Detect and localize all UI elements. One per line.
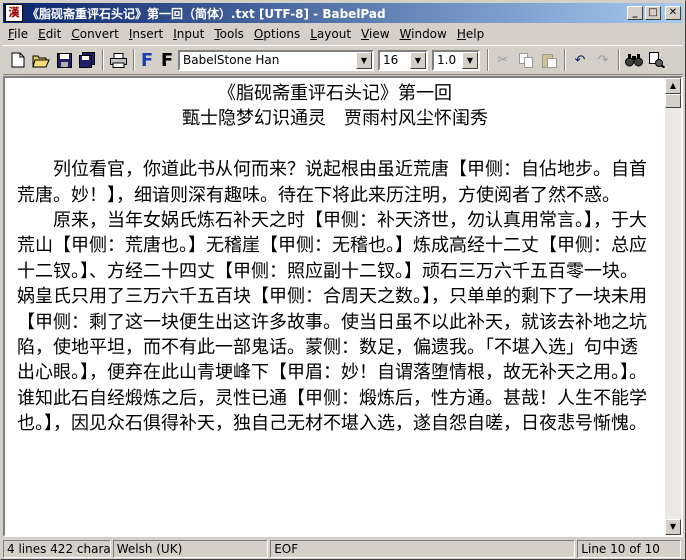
- menu-item-view[interactable]: View: [356, 27, 394, 41]
- menu-item-help[interactable]: Help: [452, 27, 489, 41]
- menu-item-input[interactable]: Input: [168, 27, 209, 41]
- chevron-down-icon[interactable]: ▼: [356, 51, 372, 69]
- menu-item-layout[interactable]: Layout: [305, 27, 356, 41]
- menu-label-rest: onvert: [79, 27, 119, 41]
- menu-accelerator: V: [361, 27, 369, 41]
- toolbar-separator: [564, 49, 566, 71]
- menu-accelerator: L: [310, 27, 317, 41]
- menu-label-rest: elp: [465, 27, 485, 41]
- menu-item-file[interactable]: File: [3, 27, 33, 41]
- menu-item-edit[interactable]: Edit: [33, 27, 66, 41]
- text-editor[interactable]: 《脂砚斋重评石头记》第一回 甄士隐梦幻识通灵 贾雨村风尘怀闺秀 列位看官，你道此…: [3, 76, 683, 537]
- replace-icon[interactable]: [646, 49, 668, 71]
- italic-f-icon[interactable]: F: [158, 49, 176, 71]
- new-document-icon[interactable]: [7, 49, 29, 71]
- babelpad-window: 漢 《脂砚斋重评石头记》第一回（简体）.txt [UTF-8] - BabelP…: [0, 0, 686, 560]
- close-button[interactable]: ✕: [665, 6, 681, 20]
- minimize-button[interactable]: _: [627, 6, 643, 20]
- chevron-down-icon[interactable]: ▼: [462, 51, 478, 69]
- menu-label-rest: ile: [14, 27, 29, 41]
- menu-item-convert[interactable]: Convert: [66, 27, 123, 41]
- menu-label-rest: dit: [45, 27, 62, 41]
- menu-label-rest: ools: [219, 27, 244, 41]
- undo-icon[interactable]: ↶: [569, 49, 591, 71]
- font-size-value: 16: [383, 53, 399, 67]
- status-position: EOF: [270, 540, 576, 558]
- font-name-value: BabelStone Han: [183, 53, 280, 67]
- app-icon[interactable]: 漢: [5, 4, 23, 22]
- menu-accelerator: C: [71, 27, 80, 41]
- font-size-select[interactable]: 16 ▼: [378, 49, 428, 71]
- toolbar-separator: [487, 49, 489, 71]
- menu-label-rest: nsert: [132, 27, 164, 41]
- document-title: 《脂砚斋重评石头记》第一回: [218, 83, 452, 104]
- scroll-thumb[interactable]: [665, 94, 681, 108]
- redo-icon[interactable]: ↷: [592, 49, 614, 71]
- menu-accelerator: W: [399, 27, 412, 41]
- status-language: Welsh (UK): [112, 540, 269, 558]
- print-icon[interactable]: [107, 49, 129, 71]
- menu-label-rest: iew: [368, 27, 390, 41]
- paragraph-1: 列位看官，你道此书从何而来？说起根由虽近荒唐【甲侧：自佔地步。自首荒唐。妙！】，…: [17, 159, 647, 206]
- menu-item-options[interactable]: Options: [249, 27, 305, 41]
- menu-accelerator: H: [456, 27, 466, 41]
- toolbar-separator: [618, 49, 620, 71]
- find-icon[interactable]: [623, 49, 645, 71]
- toolbar-separator: [133, 49, 135, 71]
- save-all-icon[interactable]: [76, 49, 98, 71]
- title-bar[interactable]: 漢 《脂砚斋重评石头记》第一回（简体）.txt [UTF-8] - BabelP…: [3, 3, 683, 23]
- toolbar-separator: [102, 49, 104, 71]
- open-folder-icon[interactable]: [30, 49, 52, 71]
- window-title: 《脂砚斋重评石头记》第一回（简体）.txt [UTF-8] - BabelPad: [27, 6, 386, 21]
- menu-label-rest: ptions: [263, 27, 301, 41]
- bold-f-icon[interactable]: F: [138, 49, 156, 71]
- chevron-down-icon[interactable]: ▼: [410, 51, 426, 69]
- document-text[interactable]: 《脂砚斋重评石头记》第一回 甄士隐梦幻识通灵 贾雨村风尘怀闺秀 列位看官，你道此…: [17, 81, 653, 531]
- menu-accelerator: E: [38, 27, 46, 41]
- scroll-up-icon[interactable]: ▲: [665, 78, 681, 94]
- paragraph-2: 原来，当年女娲氏炼石补天之时【甲侧：补天济世，勿认真用常言。】，于大荒山【甲侧：…: [17, 210, 647, 435]
- copy-icon[interactable]: [515, 49, 537, 71]
- cut-icon[interactable]: ✂: [492, 49, 514, 71]
- menu-bar: File Edit Convert Insert Input Tools Options La…: [3, 24, 683, 44]
- vertical-scrollbar[interactable]: ▲ ▼: [665, 78, 681, 535]
- line-spacing-select[interactable]: 1.0 ▼: [432, 49, 480, 71]
- maximize-button[interactable]: □: [645, 6, 661, 20]
- font-name-select[interactable]: BabelStone Han ▼: [178, 49, 374, 71]
- menu-item-insert[interactable]: Insert: [124, 27, 168, 41]
- chapter-subtitle: 甄士隐梦幻识通灵 贾雨村风尘怀闺秀: [182, 108, 488, 130]
- status-bar: 4 lines 422 characters Welsh (UK) EOF Li…: [3, 539, 683, 559]
- menu-label-rest: indow: [411, 27, 447, 41]
- status-stats: 4 lines 422 characters: [3, 540, 111, 558]
- scroll-down-icon[interactable]: ▼: [665, 519, 681, 535]
- menu-accelerator: O: [253, 27, 264, 41]
- status-line-info: Line 10 of 10: [577, 540, 681, 558]
- menu-label-rest: ayout: [316, 27, 352, 41]
- menu-item-window[interactable]: Window: [395, 27, 452, 41]
- toolbar: F F BabelStone Han ▼ 16 ▼ 1.0 ▼ ✂ ↶ ↷: [3, 45, 683, 75]
- menu-label-rest: nput: [176, 27, 205, 41]
- paste-icon[interactable]: [538, 49, 560, 71]
- line-spacing-value: 1.0: [437, 53, 457, 67]
- menu-item-tools[interactable]: Tools: [209, 27, 249, 41]
- save-icon[interactable]: [53, 49, 75, 71]
